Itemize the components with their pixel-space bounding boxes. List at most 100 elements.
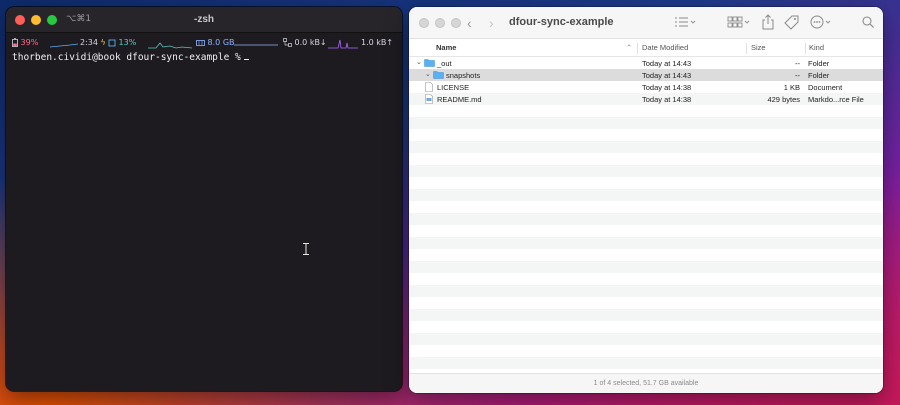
forward-chevron-icon[interactable]: ›	[489, 15, 494, 31]
memory-sparkline	[234, 44, 278, 46]
empty-rows	[409, 105, 883, 369]
file-date: Today at 14:38	[642, 95, 692, 104]
list-view-icon[interactable]	[674, 14, 696, 30]
empty-row	[409, 129, 883, 141]
column-divider[interactable]	[637, 43, 638, 54]
file-name: snapshots	[446, 71, 481, 80]
list-item[interactable]: LICENSE Today at 14:38 1 KB Document	[409, 81, 883, 93]
close-button[interactable]	[419, 18, 429, 28]
cpu-sparkline	[148, 42, 192, 49]
network-down: 0.0 kB↓	[294, 38, 327, 47]
cpu-icon	[108, 39, 116, 46]
file-list[interactable]: ⌄ _out Today at 14:43 -- Folder ⌄ snapsh…	[409, 56, 883, 374]
empty-row	[409, 345, 883, 357]
cpu-segment: 13%	[108, 38, 136, 47]
document-icon	[425, 82, 433, 92]
file-name: README.md	[437, 95, 482, 104]
folder-icon	[424, 59, 435, 67]
status-footer: 1 of 4 selected, 51.7 GB available	[409, 373, 883, 393]
column-divider[interactable]	[746, 43, 747, 54]
time-remaining-value: 2:34	[80, 38, 98, 47]
status-bar: 39% 2:34 ϟ 13% 8.0 GB 0.0 kB↓ 1.0 kB↑	[12, 37, 396, 51]
memory-icon	[196, 39, 205, 46]
file-date: Today at 14:38	[642, 83, 692, 92]
empty-row	[409, 225, 883, 237]
terminal-titlebar[interactable]: ⌥⌘1 -zsh	[6, 7, 402, 33]
list-item[interactable]: ⌄ _out Today at 14:43 -- Folder	[409, 57, 883, 69]
disclosure-expanded-icon[interactable]: ⌄	[416, 58, 422, 66]
ibeam-cursor-icon	[303, 243, 309, 255]
network-icon	[283, 38, 292, 47]
battery-percent: 39%	[20, 38, 39, 47]
file-size: --	[795, 71, 800, 80]
sort-chevron-icon[interactable]: ⌃	[626, 43, 632, 52]
file-date: Today at 14:43	[642, 71, 692, 80]
name-column-header[interactable]: Name	[436, 43, 456, 52]
disclosure-expanded-icon[interactable]: ⌄	[425, 70, 431, 78]
empty-row	[409, 189, 883, 201]
back-chevron-icon[interactable]: ‹	[467, 15, 472, 31]
file-name: _out	[437, 59, 452, 68]
terminal-window[interactable]: ⌥⌘1 -zsh 39% 2:34 ϟ 13% 8.0 GB 0.0 kB↓ 1…	[6, 7, 402, 391]
minimize-button[interactable]	[435, 18, 445, 28]
network-sparkline	[328, 39, 358, 49]
list-item[interactable]: README.md Today at 14:38 429 bytes Markd…	[409, 93, 883, 105]
window-title: dfour-sync-example	[509, 16, 614, 28]
empty-row	[409, 285, 883, 297]
empty-row	[409, 237, 883, 249]
shell-prompt[interactable]: thorben.cividi@book dfour-sync-example %	[12, 52, 249, 63]
empty-row	[409, 117, 883, 129]
empty-row	[409, 201, 883, 213]
empty-row	[409, 249, 883, 261]
file-kind: Folder	[808, 59, 830, 68]
prompt-text: thorben.cividi@book dfour-sync-example %	[12, 52, 241, 63]
memory-segment: 8.0 GB	[196, 38, 235, 47]
empty-row	[409, 141, 883, 153]
empty-row	[409, 213, 883, 225]
file-name: LICENSE	[437, 83, 470, 92]
battery-sparkline	[50, 43, 78, 48]
network-up: 1.0 kB↑	[361, 38, 394, 47]
finder-toolbar[interactable]: ‹ › dfour-sync-example	[409, 7, 883, 39]
empty-row	[409, 177, 883, 189]
memory-value: 8.0 GB	[207, 38, 235, 47]
zoom-button[interactable]	[451, 18, 461, 28]
empty-row	[409, 333, 883, 345]
empty-row	[409, 273, 883, 285]
charging-bolt-icon: ϟ	[100, 38, 106, 47]
cpu-percent: 13%	[118, 38, 137, 47]
size-column-header[interactable]: Size	[751, 43, 766, 52]
battery-segment: 39%	[12, 38, 38, 47]
list-item[interactable]: ⌄ snapshots Today at 14:43 -- Folder	[409, 69, 883, 81]
file-kind: Markdo...rce File	[808, 95, 864, 104]
share-icon[interactable]	[761, 14, 775, 30]
empty-row	[409, 105, 883, 117]
column-divider[interactable]	[805, 43, 806, 54]
kind-column-header[interactable]: Kind	[809, 43, 824, 52]
column-header: Name ⌃ Date Modified Size Kind	[409, 39, 883, 57]
time-remaining: 2:34 ϟ	[80, 38, 106, 47]
text-cursor	[243, 59, 249, 60]
folder-icon	[433, 71, 444, 79]
file-size: 1 KB	[783, 83, 800, 92]
terminal-title: -zsh	[194, 14, 214, 25]
empty-row	[409, 297, 883, 309]
group-view-icon[interactable]	[727, 14, 751, 30]
tag-icon[interactable]	[784, 14, 800, 30]
network-segment: 0.0 kB↓	[283, 38, 327, 47]
date-column-header[interactable]: Date Modified	[642, 43, 688, 52]
action-menu-icon[interactable]	[809, 14, 833, 30]
search-icon[interactable]	[861, 14, 875, 30]
file-size: 429 bytes	[767, 95, 800, 104]
empty-row	[409, 165, 883, 177]
empty-row	[409, 153, 883, 165]
empty-row	[409, 309, 883, 321]
empty-row	[409, 321, 883, 333]
file-date: Today at 14:43	[642, 59, 692, 68]
finder-window[interactable]: ‹ › dfour-sync-example Name ⌃ Date Modif…	[409, 7, 883, 393]
markdown-file-icon	[425, 94, 433, 104]
empty-row	[409, 357, 883, 369]
empty-row	[409, 261, 883, 273]
battery-icon	[12, 38, 18, 47]
file-kind: Folder	[808, 71, 830, 80]
